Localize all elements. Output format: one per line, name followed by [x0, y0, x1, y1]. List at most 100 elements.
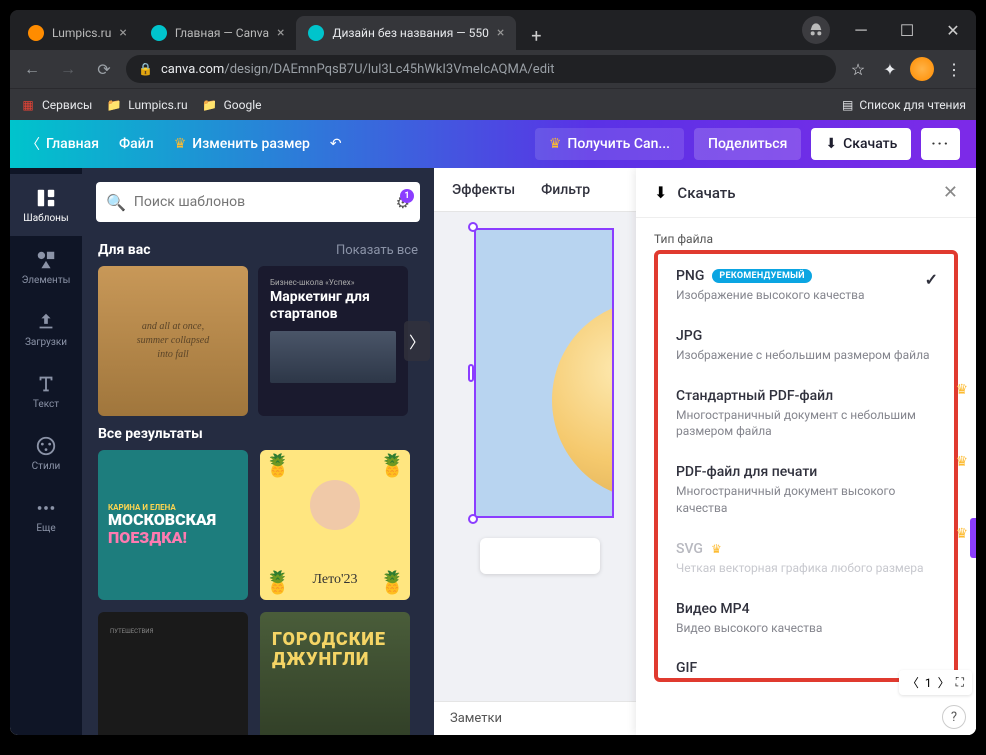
option-name: JPG	[676, 328, 702, 344]
scroll-right-button[interactable]: 〉	[404, 321, 430, 361]
sidebar-item-elements[interactable]: Элементы	[10, 236, 82, 298]
show-all-link[interactable]: Показать все	[336, 243, 418, 258]
minimize-button[interactable]: ─	[838, 10, 884, 50]
file-type-option-jpg[interactable]: JPG Изображение с небольшим размером фай…	[660, 316, 952, 376]
file-type-option-png[interactable]: PNGРЕКОМЕНДУЕМЫЙ Изображение высокого ка…	[660, 256, 952, 316]
get-canva-button[interactable]: ♛ Получить Can...	[535, 128, 684, 160]
share-button[interactable]: Поделиться	[694, 128, 801, 160]
sidebar-item-styles[interactable]: Стили	[10, 422, 82, 484]
reading-list-button[interactable]: ▤ Список для чтения	[842, 98, 966, 112]
bookmark-label: Google	[224, 98, 262, 112]
crown-icon: ♛	[955, 526, 968, 542]
sidebar-item-uploads[interactable]: Загрузки	[10, 298, 82, 360]
option-name: PNG	[676, 268, 704, 284]
file-type-option-mp4[interactable]: Видео MP4 Видео высокого качества	[660, 589, 952, 649]
more-button[interactable]: ···	[921, 128, 960, 160]
menu-icon[interactable]: ⋮	[940, 55, 968, 83]
new-tab-button[interactable]: +	[522, 22, 550, 50]
reading-list-label: Список для чтения	[859, 98, 966, 112]
undo-button[interactable]: ↶	[330, 136, 342, 152]
template-text: МОСКОВСКАЯ	[108, 512, 238, 528]
option-desc: Многостраничный документ с небольшим раз…	[676, 407, 936, 441]
sidebar-label: Текст	[33, 399, 59, 410]
file-menu[interactable]: Файл	[119, 136, 154, 152]
home-button[interactable]: 〈 Главная	[26, 134, 99, 154]
template-card[interactable]: Бизнес-школа «Успех» Маркетинг для старт…	[258, 266, 408, 416]
bookmark-services[interactable]: ▦ Сервисы	[20, 97, 92, 113]
maximize-button[interactable]: ☐	[884, 10, 930, 50]
option-desc: Четкая векторная графика любого размера	[676, 560, 936, 577]
browser-tab-canva-home[interactable]: Главная — Canva ×	[139, 16, 297, 50]
bookmark-lumpics[interactable]: 📁 Lumpics.ru	[106, 97, 187, 113]
forward-button[interactable]: →	[54, 55, 82, 83]
page-navigator[interactable]: 〈 1 〉 ⛶	[899, 670, 972, 695]
tab-title: Главная — Canva	[175, 26, 269, 40]
apps-icon: ▦	[20, 97, 36, 113]
resize-menu[interactable]: ♛ Изменить размер	[174, 136, 310, 152]
bookmark-label: Lumpics.ru	[128, 98, 187, 112]
chevron-left-icon[interactable]: 〈	[907, 674, 919, 691]
close-icon[interactable]: ×	[277, 25, 284, 41]
search-icon: 🔍	[106, 193, 126, 212]
favicon-icon	[28, 25, 44, 41]
resize-label: Изменить размер	[192, 136, 310, 152]
sidebar-item-more[interactable]: Еще	[10, 484, 82, 546]
chevron-right-icon[interactable]: 〉	[938, 674, 950, 691]
help-button[interactable]: ?	[942, 705, 966, 729]
effects-button[interactable]: Эффекты	[452, 182, 515, 198]
template-text: Лето'23	[260, 572, 410, 588]
url-field[interactable]: 🔒 canva.com/design/DAEmnPqsB7U/lul3Lc45h…	[126, 55, 836, 83]
selected-element[interactable]	[474, 228, 614, 518]
option-desc: Видео высокого качества	[676, 620, 936, 637]
template-card[interactable]: КАРИНА И ЕЛЕНА МОСКОВСКАЯ ПОЕЗДКА!	[98, 450, 248, 600]
template-text: ДЖУНГЛИ	[272, 650, 398, 670]
favicon-icon	[308, 25, 324, 41]
filters-button[interactable]: Фильтр	[541, 182, 590, 198]
tab-title: Дизайн без названия — 550	[332, 26, 488, 40]
browser-tab-canva-design[interactable]: Дизайн без названия — 550 ×	[296, 16, 516, 50]
download-label: Скачать	[843, 136, 897, 152]
close-icon[interactable]: ×	[119, 25, 126, 41]
resize-handle[interactable]	[468, 514, 478, 524]
file-type-option-pdf-print[interactable]: PDF-файл для печати Многостраничный доку…	[660, 452, 952, 529]
file-type-option-svg[interactable]: SVG♛ Четкая векторная графика любого раз…	[660, 529, 952, 589]
template-text: ПОЕЗДКА!	[108, 528, 238, 547]
close-window-button[interactable]: ✕	[930, 10, 976, 50]
crown-icon: ♛	[955, 454, 968, 470]
close-icon[interactable]: ×	[497, 25, 504, 41]
file-type-option-pdf-standard[interactable]: Стандартный PDF-файл Многостраничный док…	[660, 376, 952, 453]
resize-handle[interactable]	[468, 222, 478, 232]
template-search[interactable]: 🔍 ⚙ 1	[96, 182, 420, 222]
expand-icon[interactable]: ⛶	[956, 675, 964, 690]
folder-icon: 📁	[202, 97, 218, 113]
sidebar-item-templates[interactable]: Шаблоны	[10, 174, 82, 236]
template-card[interactable]: 🍍 🍍 🍍 🍍 Лето'23	[260, 450, 410, 600]
template-card[interactable]: and all at once, summer collapsed into f…	[98, 266, 248, 416]
browser-tab-lumpics[interactable]: Lumpics.ru ×	[16, 16, 139, 50]
templates-icon	[35, 187, 57, 209]
option-name: Видео MP4	[676, 601, 750, 617]
back-button[interactable]: ←	[18, 55, 46, 83]
close-icon[interactable]: ✕	[943, 182, 958, 203]
styles-icon	[35, 435, 57, 457]
option-desc: Изображение высокого качества	[676, 287, 936, 304]
bookmark-google[interactable]: 📁 Google	[202, 97, 262, 113]
home-label: Главная	[46, 136, 99, 152]
avatar[interactable]	[908, 55, 936, 83]
star-icon[interactable]: ☆	[844, 55, 872, 83]
resize-handle[interactable]	[468, 364, 474, 382]
download-button[interactable]: ⬇ Скачать	[811, 128, 911, 160]
elements-icon	[35, 249, 57, 271]
template-card[interactable]: ПУТЕШЕСТВИЯ	[98, 612, 248, 735]
sidebar-item-text[interactable]: Текст	[10, 360, 82, 422]
bookmark-label: Сервисы	[42, 98, 92, 112]
search-input[interactable]	[134, 194, 388, 210]
download-icon: ⬇	[825, 136, 837, 152]
reload-button[interactable]: ⟳	[90, 55, 118, 83]
filter-button[interactable]: ⚙ 1	[396, 193, 410, 212]
duplicate-button[interactable]	[480, 538, 600, 574]
extensions-icon[interactable]: ✦	[876, 55, 904, 83]
download-panel: ⬇ Скачать ✕ Тип файла ♛ ♛ ♛	[636, 168, 976, 735]
template-card[interactable]: ГОРОДСКИЕ ДЖУНГЛИ	[260, 612, 410, 735]
url-text: canva.com/design/DAEmnPqsB7U/lul3Lc45hWk…	[161, 62, 824, 77]
